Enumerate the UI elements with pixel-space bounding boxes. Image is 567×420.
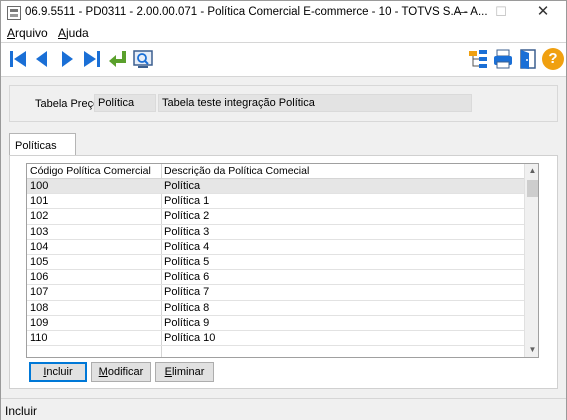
cell-descricao: Política 3 bbox=[164, 225, 210, 238]
application-window: 06.9.5511 - PD0311 - 2.00.00.071 - Polít… bbox=[0, 0, 567, 420]
print-icon[interactable] bbox=[492, 48, 514, 70]
cell-descricao: Política 2 bbox=[164, 210, 210, 223]
cell-codigo: 107 bbox=[30, 286, 49, 299]
vertical-scrollbar[interactable]: ▲ ▼ bbox=[524, 164, 538, 357]
scroll-down-arrow[interactable]: ▼ bbox=[525, 343, 538, 357]
return-icon[interactable] bbox=[107, 48, 129, 70]
menu-ajuda-label: juda bbox=[66, 26, 89, 40]
menu-arquivo[interactable]: Arquivo bbox=[7, 26, 48, 40]
table-row[interactable]: 108 Política 8 bbox=[27, 301, 524, 316]
table-row[interactable] bbox=[27, 346, 524, 357]
cell-codigo: 108 bbox=[30, 301, 49, 314]
table-row[interactable]: 105 Política 5 bbox=[27, 255, 524, 271]
cell-descricao: Política 6 bbox=[164, 271, 210, 284]
app-icon bbox=[7, 6, 21, 20]
help-icon[interactable]: ? bbox=[542, 48, 564, 70]
table-row[interactable]: 103 Política 3 bbox=[27, 225, 524, 240]
table-row[interactable]: 106 Política 6 bbox=[27, 270, 524, 286]
header-panel: Tabela Preço: Política Tabela teste inte… bbox=[9, 85, 558, 122]
cell-descricao: Política 4 bbox=[164, 240, 210, 253]
status-bar: Incluir bbox=[1, 398, 566, 420]
tabela-preco-description-field: Tabela teste integração Política bbox=[158, 94, 472, 112]
table-row[interactable]: 110 Política 10 bbox=[27, 331, 524, 347]
cell-codigo: 104 bbox=[30, 240, 49, 253]
grid-rows: 100 Política 101 Política 1 102 Política 2 … bbox=[27, 179, 524, 357]
cell-descricao: Política 10 bbox=[164, 331, 216, 344]
tabela-preco-label: Tabela Preço: bbox=[35, 98, 103, 110]
menu-ajuda[interactable]: Ajuda bbox=[58, 26, 89, 40]
cell-descricao: Política bbox=[164, 180, 201, 192]
table-row[interactable]: 109 Política 9 bbox=[27, 316, 524, 331]
tab-politicas[interactable]: Políticas bbox=[9, 133, 76, 156]
minimize-button[interactable]: — bbox=[441, 1, 481, 25]
eliminar-button[interactable]: Eliminar bbox=[155, 362, 214, 382]
menu-arquivo-label: rquivo bbox=[15, 26, 48, 40]
cell-descricao: Política 1 bbox=[164, 195, 210, 208]
exit-door-icon[interactable] bbox=[517, 48, 539, 70]
cell-codigo: 101 bbox=[30, 195, 49, 208]
policies-grid[interactable]: Código Política Comercial Descrição da P… bbox=[26, 163, 539, 358]
previous-record-icon[interactable] bbox=[31, 48, 53, 70]
cell-descricao: Política 5 bbox=[164, 255, 210, 268]
column-header-descricao[interactable]: Descrição da Política Comecial bbox=[164, 165, 309, 177]
menu-arquivo-mnemonic: A bbox=[7, 26, 16, 40]
scroll-thumb[interactable] bbox=[527, 180, 538, 197]
menu-ajuda-mnemonic: A bbox=[58, 26, 67, 40]
tree-icon[interactable] bbox=[467, 48, 489, 70]
table-row[interactable]: 102 Política 2 bbox=[27, 209, 524, 225]
incluir-label: ncluir bbox=[46, 366, 73, 378]
table-row[interactable]: 100 Política bbox=[27, 179, 524, 195]
cell-codigo: 103 bbox=[30, 225, 49, 238]
grid-header: Código Política Comercial Descrição da P… bbox=[27, 164, 524, 179]
next-record-icon[interactable] bbox=[56, 48, 78, 70]
cell-codigo: 110 bbox=[30, 331, 48, 344]
toolbar: ? bbox=[1, 42, 566, 77]
modificar-button[interactable]: Modificar bbox=[91, 362, 151, 382]
last-record-icon[interactable] bbox=[81, 48, 103, 70]
modificar-mnemonic: M bbox=[98, 366, 108, 378]
cell-codigo: 100 bbox=[30, 180, 49, 192]
first-record-icon[interactable] bbox=[7, 48, 29, 70]
close-button[interactable]: ✕ bbox=[523, 1, 563, 25]
tabela-preco-code-field: Política bbox=[94, 94, 156, 112]
cell-descricao: Política 7 bbox=[164, 286, 210, 299]
status-text: Incluir bbox=[5, 404, 38, 418]
maximize-button[interactable]: ☐ bbox=[481, 1, 521, 25]
table-row[interactable]: 101 Política 1 bbox=[27, 194, 524, 210]
scroll-up-arrow[interactable]: ▲ bbox=[525, 164, 538, 178]
cell-codigo: 105 bbox=[30, 255, 49, 268]
menu-bar: Arquivo Ajuda bbox=[1, 25, 566, 42]
incluir-button[interactable]: Incluir bbox=[29, 362, 87, 382]
modificar-label: odificar bbox=[107, 366, 144, 378]
cell-descricao: Política 9 bbox=[164, 316, 210, 329]
eliminar-label: liminar bbox=[171, 366, 205, 378]
cell-descricao: Política 8 bbox=[164, 301, 210, 314]
column-header-codigo[interactable]: Código Política Comercial bbox=[30, 165, 151, 177]
table-row[interactable]: 107 Política 7 bbox=[27, 285, 524, 301]
title-bar: 06.9.5511 - PD0311 - 2.00.00.071 - Polít… bbox=[1, 1, 566, 25]
eliminar-mnemonic: E bbox=[164, 366, 172, 378]
cell-codigo: 106 bbox=[30, 271, 49, 284]
cell-codigo: 102 bbox=[30, 210, 49, 223]
zoom-search-icon[interactable] bbox=[132, 48, 154, 70]
table-row[interactable]: 104 Política 4 bbox=[27, 240, 524, 255]
cell-codigo: 109 bbox=[30, 316, 49, 329]
window-title: 06.9.5511 - PD0311 - 2.00.00.071 - Polít… bbox=[25, 6, 488, 18]
